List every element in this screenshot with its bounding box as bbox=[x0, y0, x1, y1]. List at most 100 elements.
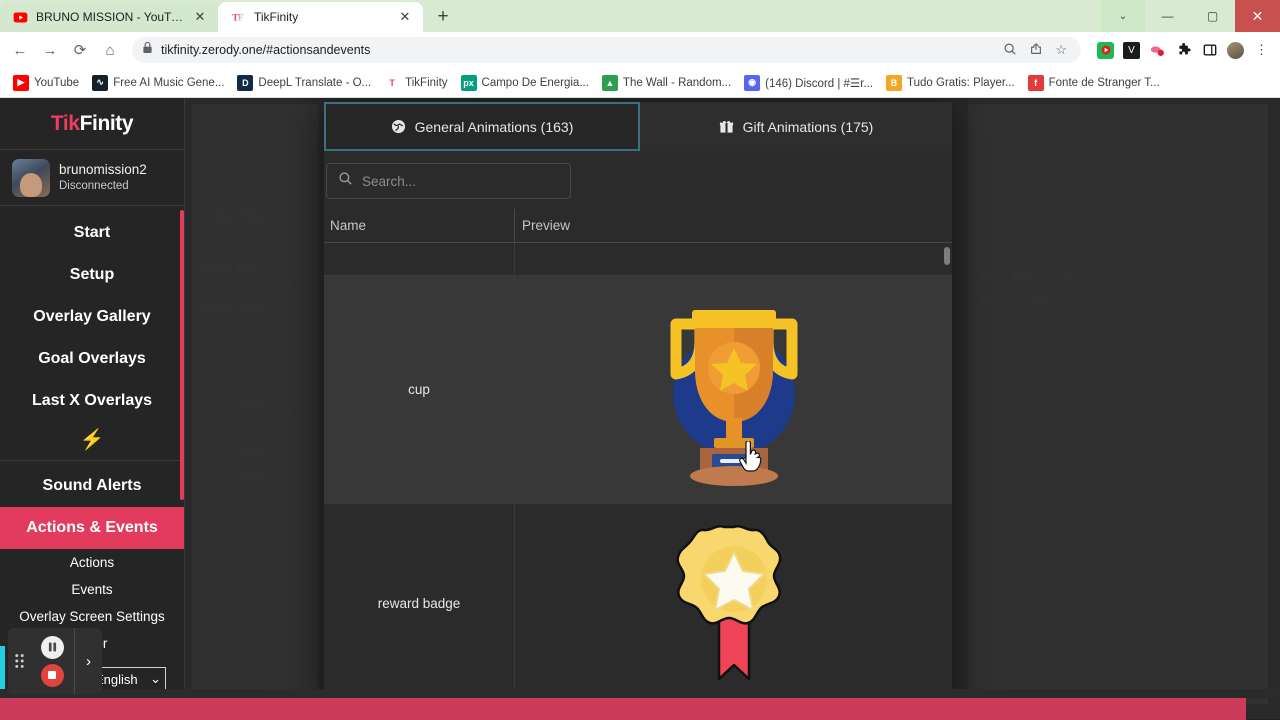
bookmark-item[interactable]: ▲ The Wall - Random... bbox=[597, 72, 736, 94]
bookmark-item[interactable]: ◉ (146) Discord | #☰r... bbox=[739, 72, 878, 94]
chrome-menu-icon[interactable]: ⋮ bbox=[1253, 42, 1270, 59]
chevron-down-icon[interactable]: ⌄ bbox=[1101, 0, 1145, 32]
bookmark-item[interactable]: T TikFinity bbox=[379, 72, 452, 94]
sidebar-item-start[interactable]: Start bbox=[0, 212, 184, 254]
tikfinity-page: Actions Here you can... Last You gave again… bbox=[0, 98, 1280, 719]
row-preview[interactable] bbox=[515, 504, 952, 703]
expand-recorder-button[interactable]: › bbox=[74, 628, 102, 694]
sidebar-scrollbar[interactable] bbox=[180, 210, 184, 500]
maximize-button[interactable]: ▢ bbox=[1190, 0, 1235, 32]
address-bar[interactable]: tikfinity.zerody.one/#actionsandevents ☆ bbox=[132, 37, 1081, 63]
bookmark-item[interactable]: D DeepL Translate - O... bbox=[232, 72, 376, 94]
row-preview[interactable] bbox=[515, 276, 952, 503]
bookmark-favicon-icon: B bbox=[886, 74, 903, 91]
bookmark-label: Tudo Gratis: Player... bbox=[907, 76, 1015, 89]
profile-avatar[interactable] bbox=[1227, 41, 1244, 59]
tab-label: General Animations (163) bbox=[414, 118, 574, 135]
table-row[interactable]: reward badge bbox=[324, 504, 952, 704]
brand-tik: Tik bbox=[50, 111, 80, 135]
search-input[interactable]: Search... bbox=[326, 163, 571, 199]
sidebar-divider bbox=[0, 460, 184, 461]
sidebar-item-sound-alerts[interactable]: Sound Alerts bbox=[0, 465, 184, 507]
search-row: Search... bbox=[324, 151, 952, 209]
search-icon bbox=[338, 171, 353, 191]
screen-recorder-widget[interactable]: › bbox=[8, 628, 102, 694]
sidebar-subitem-overlay-screen-settings[interactable]: Overlay Screen Settings bbox=[0, 603, 184, 630]
bookmark-favicon-icon: ▲ bbox=[601, 74, 618, 91]
sidebar-item-setup[interactable]: Setup bbox=[0, 254, 184, 296]
table-row[interactable]: cup bbox=[324, 276, 952, 504]
background-ghost-text: Here you can... bbox=[200, 258, 300, 274]
row-name: reward badge bbox=[377, 596, 461, 611]
bookmark-item[interactable]: ▶ YouTube bbox=[8, 72, 84, 94]
screen-recorder-extension-icon[interactable] bbox=[1097, 41, 1114, 59]
column-header-preview[interactable]: Preview bbox=[515, 218, 570, 233]
close-window-button[interactable]: ✕ bbox=[1235, 0, 1280, 32]
avatar bbox=[12, 158, 50, 197]
home-icon[interactable]: ⌂ bbox=[96, 36, 124, 64]
tab-general-animations[interactable]: General Animations (163) bbox=[324, 102, 640, 151]
puzzle-extension-icon[interactable] bbox=[1175, 42, 1192, 59]
minimize-button[interactable]: — bbox=[1145, 0, 1190, 32]
bookmark-item[interactable]: ∿ Free AI Music Gene... bbox=[87, 72, 229, 94]
stop-button[interactable] bbox=[40, 663, 64, 687]
bookmark-label: DeepL Translate - O... bbox=[258, 76, 372, 89]
bottom-progress-bar bbox=[0, 698, 1246, 720]
share-icon[interactable] bbox=[1029, 42, 1043, 59]
bottom-strip bbox=[0, 689, 1280, 698]
background-ghost-text: Actions bbox=[214, 205, 288, 227]
background-ghost-text: Overlay bbox=[240, 398, 296, 415]
pink-extension-icon[interactable] bbox=[1149, 42, 1166, 59]
brand-finity: Finity bbox=[79, 111, 134, 135]
reload-icon[interactable]: ⟳ bbox=[66, 36, 94, 64]
sidebar-item-last-x-overlays[interactable]: Last X Overlays bbox=[0, 380, 184, 422]
bookmark-item[interactable]: f Fonte de Stranger T... bbox=[1023, 72, 1165, 94]
pause-button[interactable] bbox=[40, 635, 64, 659]
browser-tab-tikfinity[interactable]: TF TikFinity ✕ bbox=[218, 2, 423, 32]
account-panel[interactable]: brunomission2 Disconnected bbox=[0, 150, 184, 206]
tab-gift-animations[interactable]: Gift Animations (175) bbox=[640, 102, 952, 151]
chevron-down-icon: ⌄ bbox=[150, 671, 161, 686]
bg-panel-right bbox=[968, 104, 1268, 704]
bookmark-favicon-icon: f bbox=[1027, 74, 1044, 91]
drag-grip-icon[interactable] bbox=[8, 652, 30, 670]
sidebar-item-actions-events[interactable]: Actions & Events bbox=[0, 507, 184, 549]
bookmark-star-icon[interactable]: ☆ bbox=[1055, 42, 1067, 58]
bookmark-label: Fonte de Stranger T... bbox=[1048, 76, 1160, 89]
forward-icon[interactable]: → bbox=[36, 36, 64, 64]
sidebar-item-goal-overlays[interactable]: Goal Overlays bbox=[0, 338, 184, 380]
sidebar-item-label: Overlay Gallery bbox=[33, 308, 151, 325]
sidebar-subitem-events[interactable]: Events bbox=[0, 576, 184, 603]
sidebar-subitem-actions[interactable]: Actions bbox=[0, 549, 184, 576]
bookmark-favicon-icon: ◉ bbox=[744, 74, 761, 91]
tab-title: TikFinity bbox=[254, 10, 299, 24]
bookmark-item[interactable]: px Campo De Energia... bbox=[456, 72, 594, 94]
v-extension-icon[interactable]: V bbox=[1123, 41, 1140, 59]
close-icon[interactable]: ✕ bbox=[397, 9, 413, 25]
sidebar-item-overlay-gallery[interactable]: Overlay Gallery bbox=[0, 296, 184, 338]
modal-tabs: General Animations (163) Gift Animations … bbox=[324, 102, 952, 151]
bookmark-item[interactable]: B Tudo Gratis: Player... bbox=[881, 72, 1020, 94]
close-icon[interactable]: ✕ bbox=[192, 9, 208, 25]
bookmark-favicon-icon: px bbox=[460, 74, 477, 91]
bookmark-favicon-icon: D bbox=[237, 74, 254, 91]
youtube-icon bbox=[12, 9, 28, 25]
bookmark-label: TikFinity bbox=[405, 76, 448, 89]
extensions-row: V ⋮ bbox=[1089, 41, 1274, 59]
url-text: tikfinity.zerody.one/#actionsandevents bbox=[161, 43, 371, 57]
sidebar-item-label: Setup bbox=[69, 266, 115, 283]
reward-badge-illustration bbox=[675, 524, 781, 680]
side-panel-icon[interactable] bbox=[1201, 42, 1218, 59]
back-icon[interactable]: ← bbox=[6, 36, 34, 64]
search-icon[interactable] bbox=[1003, 42, 1017, 59]
table-scrollbar-thumb[interactable] bbox=[944, 247, 950, 265]
sidebar-item-label: Events bbox=[71, 582, 113, 597]
browser-tab-youtube[interactable]: BRUNO MISSION - YouTube ✕ bbox=[0, 2, 218, 32]
new-tab-button[interactable]: + bbox=[429, 3, 457, 31]
table-header: Name Preview bbox=[324, 208, 952, 243]
bookmark-label: Campo De Energia... bbox=[481, 76, 589, 89]
bookmarks-bar: ▶ YouTube ∿ Free AI Music Gene... D DeepL Tra… bbox=[0, 68, 1280, 98]
sidebar-item-label: Last X Overlays bbox=[31, 392, 153, 409]
background-ghost-text: streamer-bot bbox=[1150, 216, 1224, 230]
column-header-name[interactable]: Name bbox=[324, 218, 514, 233]
